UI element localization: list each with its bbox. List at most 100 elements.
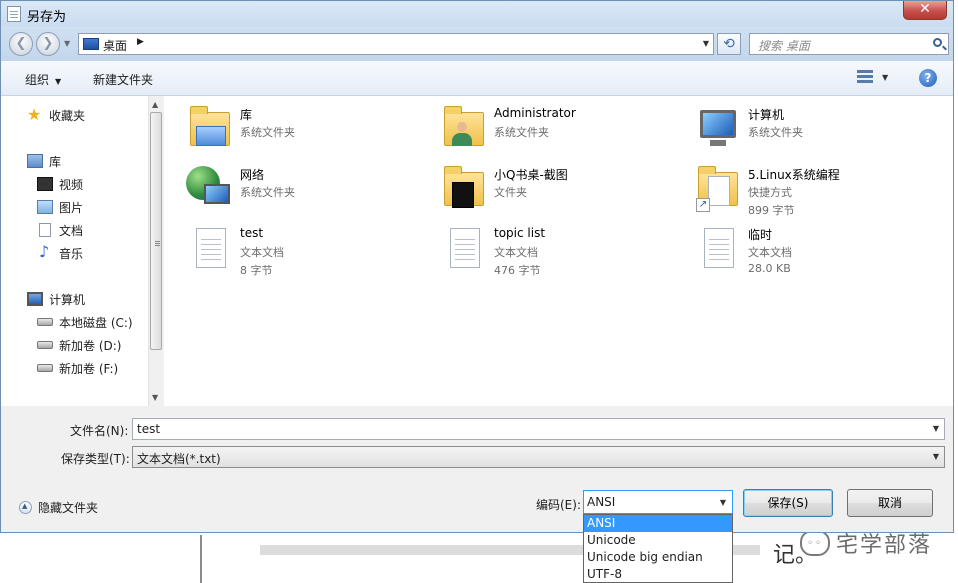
search-icon[interactable] <box>933 38 942 47</box>
wechat-logo-icon: ◦◦ <box>800 530 830 556</box>
sidebar-item-pictures[interactable]: 图片 <box>37 196 83 218</box>
library-folder-icon <box>184 104 232 152</box>
encoding-dropdown-list: ANSI Unicode Unicode big endian UTF-8 <box>583 514 733 583</box>
file-size: 476 字节 <box>494 264 541 277</box>
document-icon <box>39 223 51 237</box>
encoding-chevron-down-icon[interactable]: ▼ <box>720 498 726 507</box>
file-name: 网络 <box>240 168 265 182</box>
user-folder-icon <box>438 104 486 152</box>
file-name: 临时 <box>748 228 773 242</box>
file-name: 库 <box>240 108 253 122</box>
forward-button[interactable]: ❯ <box>36 32 60 56</box>
sidebar-item-computer[interactable]: 计算机 <box>27 288 85 310</box>
file-name: topic list <box>494 226 546 240</box>
file-type: 快捷方式 <box>748 186 792 199</box>
file-item-temp[interactable]: 临时 文本文档 28.0 KB <box>692 222 932 276</box>
scroll-down-icon[interactable]: ▼ <box>152 393 158 402</box>
sidebar-item-label: 计算机 <box>49 292 86 307</box>
file-item-topic-list[interactable]: topic list 文本文档 476 字节 <box>438 222 678 277</box>
file-name: test <box>240 226 264 240</box>
sidebar-item-libraries[interactable]: 库 <box>27 150 61 172</box>
organize-button[interactable]: 组织 ▼ <box>25 71 61 88</box>
address-crumb-desktop[interactable]: 桌面 <box>103 37 127 54</box>
shortcut-folder-icon: ↗ <box>692 164 740 212</box>
search-input[interactable]: 搜索 桌面 <box>758 37 810 54</box>
hard-disk-icon <box>37 364 53 372</box>
sidebar-item-videos[interactable]: 视频 <box>37 173 83 195</box>
sidebar-item-drive-c[interactable]: 本地磁盘 (C:) <box>37 311 133 333</box>
file-size: 8 字节 <box>240 264 273 277</box>
search-box[interactable]: 搜索 桌面 <box>749 33 949 55</box>
back-button[interactable]: ❮ <box>9 32 33 56</box>
title-bar[interactable]: 另存为 ✕ <box>1 1 953 27</box>
filetype-select[interactable]: 文本文档(*.txt) ▼ <box>132 446 945 468</box>
scrollbar-thumb[interactable] <box>150 112 162 350</box>
encoding-value: ANSI <box>587 495 616 509</box>
view-chevron-down-icon[interactable]: ▼ <box>882 73 888 82</box>
file-item-screenshots-folder[interactable]: 小Q书桌-截图 文件夹 <box>438 162 678 216</box>
notepad-icon <box>7 6 21 22</box>
sidebar-item-label: 视频 <box>59 177 84 192</box>
file-item-network[interactable]: 网络 系统文件夹 <box>184 162 424 216</box>
file-item-test[interactable]: test 文本文档 8 字节 <box>184 222 424 277</box>
refresh-button[interactable]: ⟲ <box>717 33 741 55</box>
close-button[interactable]: ✕ <box>903 1 947 20</box>
filetype-chevron-down-icon[interactable]: ▼ <box>933 452 939 461</box>
file-name: 小Q书桌-截图 <box>494 168 568 182</box>
save-button[interactable]: 保存(S) <box>743 489 833 517</box>
sidebar-item-documents[interactable]: 文档 <box>37 219 83 241</box>
help-button[interactable]: ? <box>919 69 937 87</box>
sidebar-item-drive-f[interactable]: 新加卷 (F:) <box>37 357 118 379</box>
sidebar-item-label: 图片 <box>59 200 84 215</box>
sidebar-item-label: 新加卷 (F:) <box>59 361 119 376</box>
file-type: 系统文件夹 <box>240 186 295 199</box>
text-file-icon <box>438 224 486 272</box>
folder-icon <box>438 164 486 212</box>
new-folder-button[interactable]: 新建文件夹 <box>93 71 153 88</box>
view-options-icon[interactable] <box>857 70 873 84</box>
sidebar-item-label: 收藏夹 <box>49 108 86 123</box>
file-type: 文本文档 <box>748 246 792 259</box>
sidebar-item-label: 文档 <box>59 223 84 238</box>
recent-pages-chevron-down-icon[interactable]: ▼ <box>64 39 70 48</box>
computer-icon <box>692 104 740 152</box>
filename-value: test <box>137 422 161 436</box>
refresh-icon: ⟲ <box>723 36 735 52</box>
address-bar[interactable]: 桌面 ▶ ▼ <box>78 33 714 55</box>
navigation-bar: ❮ ❯ ▼ 桌面 ▶ ▼ ⟲ 搜索 桌面 <box>1 27 953 61</box>
scroll-up-icon[interactable]: ▲ <box>152 100 158 109</box>
encoding-option-ansi[interactable]: ANSI <box>584 515 732 532</box>
filename-chevron-down-icon[interactable]: ▼ <box>933 424 939 433</box>
video-icon <box>37 177 53 191</box>
breadcrumb-arrow-icon[interactable]: ▶ <box>137 37 144 47</box>
address-chevron-down-icon[interactable]: ▼ <box>703 39 709 48</box>
hard-disk-icon <box>37 318 53 326</box>
sidebar-item-favorites[interactable]: 收藏夹 <box>27 104 85 126</box>
organize-label: 组织 <box>25 73 50 87</box>
encoding-option-unicode-big-endian[interactable]: Unicode big endian <box>584 549 732 566</box>
encoding-option-unicode[interactable]: Unicode <box>584 532 732 549</box>
file-item-administrator[interactable]: Administrator 系统文件夹 <box>438 102 678 156</box>
sidebar-item-label: 库 <box>49 154 62 169</box>
encoding-option-utf8[interactable]: UTF-8 <box>584 566 732 583</box>
sidebar-item-drive-d[interactable]: 新加卷 (D:) <box>37 334 121 356</box>
network-icon <box>184 164 232 212</box>
navigation-pane: 收藏夹 库 视频 图片 文档 音乐 计算机 本地磁盘 (C:) <box>1 96 164 406</box>
sidebar-item-music[interactable]: 音乐 <box>37 242 83 264</box>
file-type: 系统文件夹 <box>748 126 803 139</box>
file-item-library[interactable]: 库 系统文件夹 <box>184 102 424 156</box>
filename-input[interactable]: test ▼ <box>132 418 945 440</box>
filename-label: 文件名(N): <box>70 424 129 438</box>
sidebar-item-label: 本地磁盘 (C:) <box>59 315 133 330</box>
encoding-label: 编码(E): <box>536 498 581 512</box>
chevron-down-icon: ▼ <box>55 77 62 86</box>
navigation-scrollbar[interactable]: ▲ ▼ <box>148 96 164 406</box>
encoding-select[interactable]: ANSI ▼ <box>583 490 733 514</box>
shortcut-arrow-icon: ↗ <box>696 198 710 212</box>
file-type: 系统文件夹 <box>494 126 549 139</box>
file-type: 文件夹 <box>494 186 527 199</box>
file-item-linux-shortcut[interactable]: ↗ 5.Linux系统编程 快捷方式 899 字节 <box>692 162 932 217</box>
hide-folders-toggle[interactable]: 隐藏文件夹 <box>19 499 98 516</box>
file-item-computer[interactable]: 计算机 系统文件夹 <box>692 102 932 156</box>
cancel-button[interactable]: 取消 <box>847 489 933 517</box>
